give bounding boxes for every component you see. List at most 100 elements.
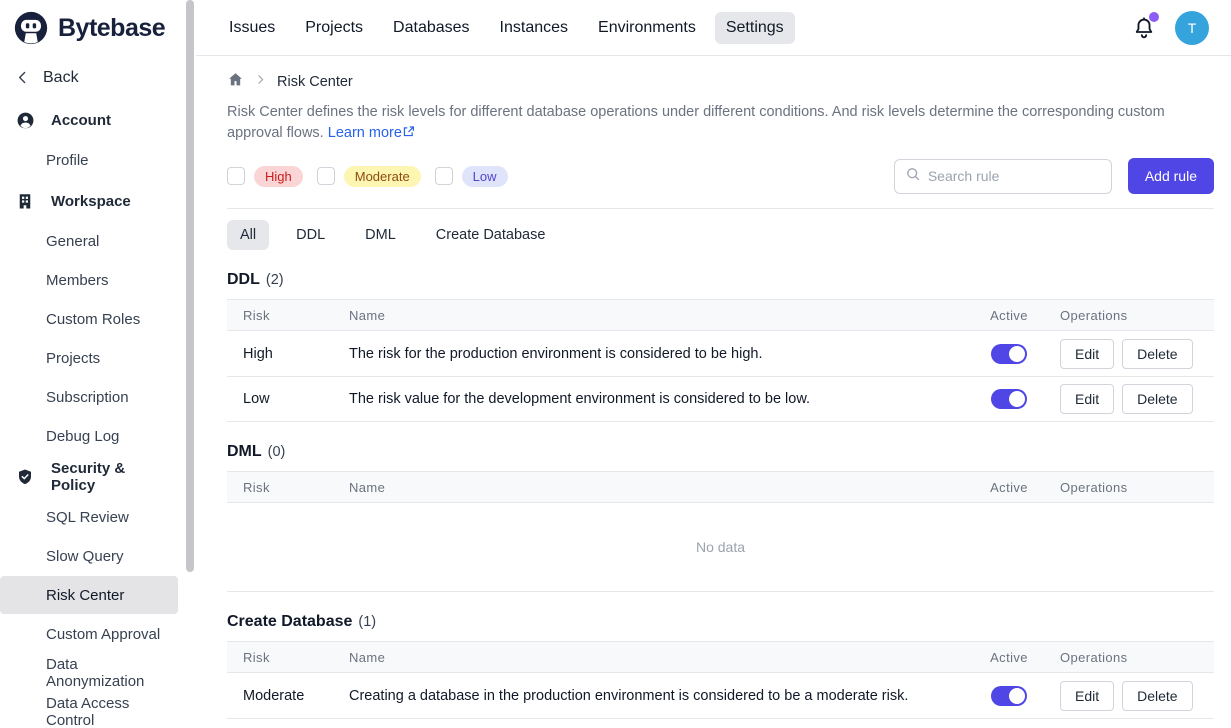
tab-ddl[interactable]: DDL: [283, 220, 338, 250]
filter-actions: Add rule: [894, 158, 1214, 194]
active-toggle[interactable]: [991, 686, 1027, 706]
sidebar-section-account: Account: [0, 100, 184, 140]
active-toggle[interactable]: [991, 344, 1027, 364]
tab-all[interactable]: All: [227, 220, 269, 250]
top-nav-items: Issues Projects Databases Instances Envi…: [218, 12, 795, 44]
search-icon: [905, 166, 921, 187]
section-heading: DDL (2): [227, 271, 1214, 289]
risk-center-content: Risk Center Risk Center defines the risk…: [196, 56, 1231, 719]
top-navbar: Issues Projects Databases Instances Envi…: [196, 0, 1231, 56]
sidebar-section-label: Security & Policy: [51, 460, 168, 494]
no-data-message: No data: [227, 503, 1214, 591]
chevron-right-icon: [254, 73, 267, 91]
sidebar-item-data-anonymization[interactable]: Data Anonymization: [0, 654, 178, 692]
create-database-table: Risk Name Active Operations Moderate Cre…: [227, 641, 1214, 719]
sidebar-scrollbar[interactable]: [186, 0, 194, 572]
external-link-icon: [402, 125, 415, 141]
edit-button[interactable]: Edit: [1060, 339, 1114, 369]
table-header-row: Risk Name Active Operations: [227, 642, 1214, 673]
sidebar-item-profile[interactable]: Profile: [0, 141, 178, 179]
sidebar-section-security-policy: Security & Policy: [0, 457, 184, 497]
sidebar-section-workspace: Workspace: [0, 181, 184, 221]
bytebase-logo-icon: [12, 9, 50, 47]
category-tabs: All DDL DML Create Database: [227, 220, 1214, 250]
sidebar-item-sql-review[interactable]: SQL Review: [0, 498, 178, 536]
active-toggle[interactable]: [991, 389, 1027, 409]
sidebar-section-label: Workspace: [51, 193, 131, 210]
sidebar-item-members[interactable]: Members: [0, 261, 178, 299]
table-header-row: Risk Name Active Operations: [227, 472, 1214, 503]
home-icon[interactable]: [227, 71, 244, 93]
low-checkbox[interactable]: [435, 167, 453, 185]
sidebar-item-subscription[interactable]: Subscription: [0, 378, 178, 416]
nav-item-environments[interactable]: Environments: [587, 12, 707, 44]
filter-high: High: [227, 166, 303, 187]
chevron-left-icon: [14, 69, 33, 88]
learn-more-link[interactable]: Learn more: [328, 125, 402, 141]
main-area: Issues Projects Databases Instances Envi…: [196, 0, 1231, 728]
notification-dot: [1149, 12, 1159, 22]
sidebar-item-projects[interactable]: Projects: [0, 339, 178, 377]
settings-sidebar: Bytebase Back Account Profile: [0, 0, 196, 728]
topnav-right: T: [1131, 11, 1209, 45]
section-heading: Create Database (1): [227, 613, 1214, 631]
low-badge: Low: [462, 166, 508, 187]
section-ddl: DDL (2) Risk Name Active Operations High…: [227, 271, 1214, 422]
section-heading: DML (0): [227, 443, 1214, 461]
tab-create-database[interactable]: Create Database: [423, 220, 559, 250]
risk-cell: High: [227, 346, 333, 362]
filter-moderate: Moderate: [317, 166, 421, 187]
edit-button[interactable]: Edit: [1060, 681, 1114, 711]
risk-cell: Low: [227, 391, 333, 407]
sidebar-item-custom-roles[interactable]: Custom Roles: [0, 300, 178, 338]
sidebar-item-risk-center[interactable]: Risk Center: [0, 576, 178, 614]
avatar[interactable]: T: [1175, 11, 1209, 45]
sidebar-section-label: Account: [51, 112, 111, 129]
moderate-badge: Moderate: [344, 166, 421, 187]
table-row: Low The risk value for the development e…: [227, 376, 1214, 421]
nav-item-databases[interactable]: Databases: [382, 12, 481, 44]
delete-button[interactable]: Delete: [1122, 384, 1192, 414]
sidebar-item-data-access-control[interactable]: Data Access Control: [0, 693, 178, 728]
sidebar-item-slow-query[interactable]: Slow Query: [0, 537, 178, 575]
tab-dml[interactable]: DML: [352, 220, 409, 250]
moderate-checkbox[interactable]: [317, 167, 335, 185]
page-title: Risk Center: [277, 74, 353, 90]
ddl-table: Risk Name Active Operations High The ris…: [227, 299, 1214, 422]
search-box: [894, 159, 1112, 194]
risk-level-filters: High Moderate Low: [227, 166, 508, 187]
dml-table: Risk Name Active Operations No data: [227, 471, 1214, 592]
sidebar-item-custom-approval[interactable]: Custom Approval: [0, 615, 178, 653]
delete-button[interactable]: Delete: [1122, 339, 1192, 369]
app-window: Bytebase Back Account Profile: [0, 0, 1231, 728]
filter-low: Low: [435, 166, 508, 187]
brand-name: Bytebase: [58, 14, 165, 43]
add-rule-button[interactable]: Add rule: [1128, 158, 1214, 194]
filter-bar: High Moderate Low: [227, 158, 1214, 209]
name-cell: The risk for the production environment …: [333, 346, 970, 362]
nav-item-projects[interactable]: Projects: [294, 12, 374, 44]
back-label: Back: [43, 69, 79, 87]
notification-bell-icon[interactable]: [1131, 15, 1157, 41]
nav-item-issues[interactable]: Issues: [218, 12, 286, 44]
breadcrumb: Risk Center: [227, 71, 1214, 93]
risk-cell: Moderate: [227, 688, 333, 704]
sidebar-item-debug-log[interactable]: Debug Log: [0, 417, 178, 455]
nav-item-instances[interactable]: Instances: [489, 12, 579, 44]
table-row: Moderate Creating a database in the prod…: [227, 673, 1214, 718]
high-checkbox[interactable]: [227, 167, 245, 185]
high-badge: High: [254, 166, 303, 187]
nav-item-settings[interactable]: Settings: [715, 12, 795, 44]
sidebar-item-general[interactable]: General: [0, 222, 178, 260]
section-create-database: Create Database (1) Risk Name Active Ope…: [227, 613, 1214, 719]
edit-button[interactable]: Edit: [1060, 384, 1114, 414]
brand-logo[interactable]: Bytebase: [0, 0, 184, 56]
name-cell: Creating a database in the production en…: [333, 688, 970, 704]
building-icon: [16, 192, 35, 211]
back-button[interactable]: Back: [0, 58, 184, 98]
table-header-row: Risk Name Active Operations: [227, 300, 1214, 331]
user-icon: [16, 111, 35, 130]
search-input[interactable]: [928, 168, 1101, 184]
delete-button[interactable]: Delete: [1122, 681, 1192, 711]
name-cell: The risk value for the development envir…: [333, 391, 970, 407]
